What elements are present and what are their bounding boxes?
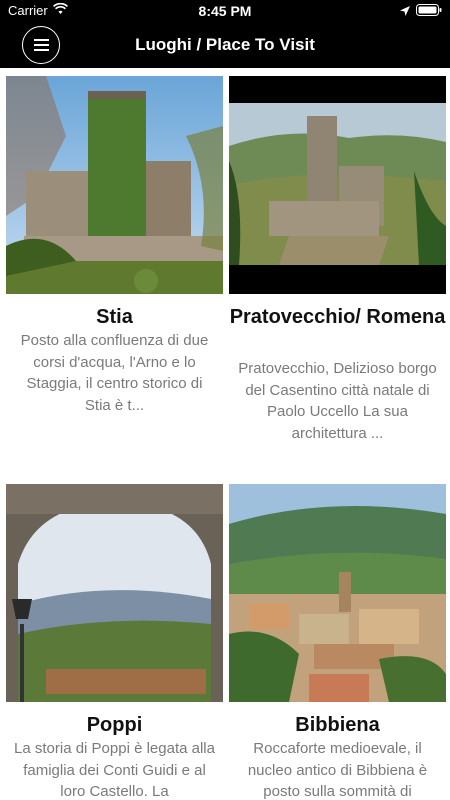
place-description: Pratovecchio, Delizioso borgo del Casent… xyxy=(238,360,437,442)
place-image-pratovecchio xyxy=(229,76,446,294)
status-bar: Carrier 8:45 PM xyxy=(0,0,450,22)
location-arrow-icon xyxy=(400,4,410,19)
place-title: Stia xyxy=(96,306,133,328)
place-image-stia xyxy=(6,76,223,294)
place-image-poppi xyxy=(6,484,223,702)
page-title: Luoghi / Place To Visit xyxy=(135,35,315,54)
place-description: La storia di Poppi è legata alla famigli… xyxy=(14,740,215,800)
nav-bar: Luoghi / Place To Visit xyxy=(0,22,450,68)
status-right xyxy=(400,4,442,19)
status-time: 8:45 PM xyxy=(198,3,252,19)
place-description: Roccaforte medioevale, il nucleo antico … xyxy=(247,740,428,800)
place-title: Poppi xyxy=(86,714,143,736)
place-title: Bibbiena xyxy=(295,714,380,736)
place-image-bibbiena xyxy=(229,484,446,702)
place-description: Posto alla confluenza di due corsi d'acq… xyxy=(20,332,209,414)
battery-icon xyxy=(416,4,442,19)
place-title: Pratovecchio/ Romena xyxy=(229,306,446,328)
app-screen: Carrier 8:45 PM Luoghi / Place To Visit xyxy=(0,0,450,800)
